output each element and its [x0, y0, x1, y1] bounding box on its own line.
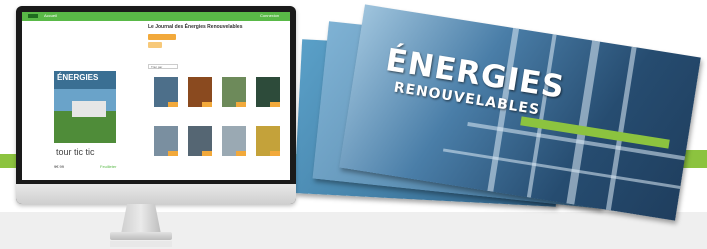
sort-select[interactable]: Trier par [148, 64, 178, 69]
site-title: Le Journal des Énergies Renouvelables [148, 24, 243, 30]
price-badge [270, 151, 280, 156]
secondary-button[interactable] [148, 42, 162, 48]
cover-mini-title: ÉNERGIES [57, 73, 99, 82]
pipe-graphic [442, 148, 681, 189]
featured-magazine-cover[interactable]: ÉNERGIES [54, 71, 116, 143]
price-badge [168, 102, 178, 107]
issue-thumbnail[interactable] [154, 77, 178, 107]
price-badge [236, 102, 246, 107]
issue-thumbnail[interactable] [222, 77, 246, 107]
monitor-stand-base [110, 232, 172, 240]
issue-thumbnail[interactable] [222, 126, 246, 156]
magazine-logo: tour tic tic [56, 147, 95, 157]
site-topbar: Accueil Connexion [22, 12, 290, 21]
price-badge [202, 151, 212, 156]
price-badge [168, 151, 178, 156]
pipe-graphic [566, 40, 601, 205]
issue-thumbnail[interactable] [154, 126, 178, 156]
stand-reflection [110, 241, 172, 247]
cover-house [72, 101, 106, 117]
nav-home-link[interactable]: Accueil [44, 13, 57, 19]
magazine-price: 9€ 99 [54, 164, 65, 169]
subscribe-button[interactable] [148, 34, 176, 40]
monitor-screen: Accueil Connexion ÉNERGIES tour tic tic … [22, 12, 290, 180]
issue-thumbnail[interactable] [188, 126, 212, 156]
price-badge [270, 102, 280, 107]
monitor-stand-neck [121, 204, 161, 234]
login-link[interactable]: Connexion [260, 13, 279, 19]
price-badge [202, 102, 212, 107]
issue-thumbnail[interactable] [256, 126, 280, 156]
lower-background [0, 212, 707, 249]
monitor-chin [16, 184, 296, 204]
site-logo [28, 14, 38, 18]
price-badge [236, 151, 246, 156]
issue-thumbnail[interactable] [256, 77, 280, 107]
browse-link[interactable]: Feuilleter [100, 164, 116, 169]
imac-monitor: Accueil Connexion ÉNERGIES tour tic tic … [16, 6, 296, 204]
issue-thumbnail[interactable] [188, 77, 212, 107]
pipe-graphic [605, 46, 637, 211]
